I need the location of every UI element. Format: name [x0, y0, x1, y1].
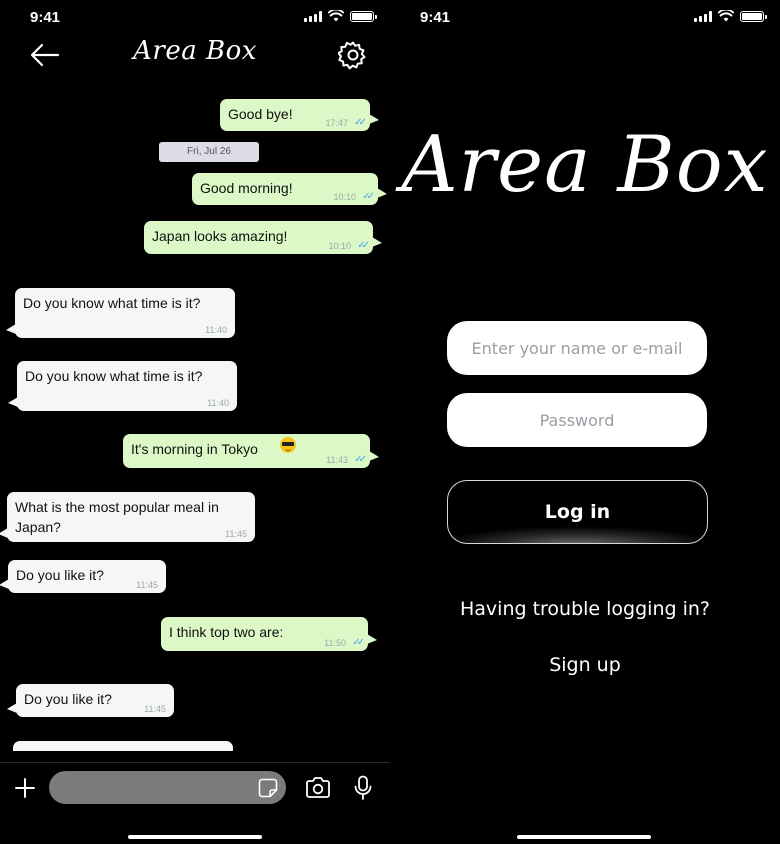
- signal-icon: [304, 10, 322, 22]
- status-icons: [304, 10, 377, 22]
- read-ticks-icon: ✓✓: [354, 117, 367, 128]
- home-indicator[interactable]: [517, 835, 651, 839]
- message-outgoing[interactable]: Japan looks amazing! 10:10 ✓✓: [144, 221, 382, 254]
- message-text: Japan looks amazing!: [152, 228, 288, 244]
- app-title: Area Box: [133, 36, 257, 66]
- message-incoming[interactable]: Do you like it? 11:45: [7, 684, 174, 717]
- message-time: 10:10: [333, 192, 356, 202]
- message-input[interactable]: [49, 771, 286, 804]
- message-composer: [0, 762, 390, 814]
- gear-icon[interactable]: [338, 40, 368, 70]
- sticker-icon[interactable]: [258, 778, 278, 798]
- sign-up-link[interactable]: Sign up: [390, 654, 780, 676]
- app-logo: Area Box: [401, 120, 769, 210]
- message-time: 11:50: [324, 638, 346, 648]
- signal-icon: [694, 10, 712, 22]
- plus-icon[interactable]: [14, 777, 36, 799]
- message-text: I think top two are:: [169, 624, 284, 640]
- message-outgoing[interactable]: Good bye! 17:47 ✓✓: [220, 99, 379, 131]
- read-ticks-icon: ✓✓: [354, 454, 367, 465]
- wifi-icon: [328, 10, 344, 22]
- read-ticks-icon: ✓✓: [352, 637, 365, 648]
- wifi-icon: [718, 10, 734, 22]
- message-time: 11:43: [326, 455, 348, 465]
- password-field[interactable]: [447, 393, 707, 447]
- message-list[interactable]: Good bye! 17:47 ✓✓ Fri, Jul 26 Good morn…: [0, 95, 390, 751]
- message-time: 11:45: [144, 704, 166, 714]
- status-time: 9:41: [420, 9, 451, 26]
- login-button[interactable]: Log in: [447, 480, 708, 544]
- chat-screen: 9:41 Area Box Good bye! 17:47 ✓✓ Fri, Ju…: [0, 0, 390, 844]
- message-outgoing[interactable]: I think top two are: 11:50 ✓✓: [161, 617, 377, 651]
- message-text: Good morning!: [200, 180, 293, 196]
- message-text: Do you know what time is it?: [23, 295, 201, 311]
- message-incoming-partial[interactable]: [13, 741, 233, 751]
- message-time: 17:47: [325, 118, 348, 128]
- message-text: Do you like it?: [16, 567, 104, 583]
- read-ticks-icon: ✓✓: [357, 240, 370, 251]
- message-incoming[interactable]: Do you know what time is it? 11:40: [8, 361, 237, 411]
- date-separator: Fri, Jul 26: [159, 142, 259, 162]
- username-field[interactable]: [447, 321, 707, 375]
- login-screen: 9:41 Area Box Log in Having trouble logg…: [390, 0, 780, 844]
- message-text: Do you like it?: [24, 691, 112, 707]
- message-outgoing[interactable]: Good morning! 10:10 ✓✓: [192, 173, 387, 205]
- message-incoming[interactable]: Do you like it? 11:45: [0, 560, 166, 593]
- home-indicator[interactable]: [128, 835, 262, 839]
- message-text: What is the most popular meal in Japan?: [15, 499, 219, 535]
- read-ticks-icon: ✓✓: [362, 191, 375, 202]
- message-text: Good bye!: [228, 106, 293, 122]
- message-text: It's morning in Tokyo: [131, 441, 258, 457]
- camera-icon[interactable]: [305, 776, 331, 800]
- sunglasses-emoji-icon: [280, 437, 296, 453]
- status-time: 9:41: [30, 9, 61, 26]
- microphone-icon[interactable]: [353, 775, 373, 801]
- status-icons: [694, 10, 767, 22]
- message-time: 10:10: [328, 241, 351, 251]
- message-time: 11:45: [225, 529, 247, 539]
- trouble-logging-in-link[interactable]: Having trouble logging in?: [390, 598, 780, 620]
- message-incoming[interactable]: What is the most popular meal in Japan? …: [0, 492, 255, 542]
- battery-icon: [350, 10, 377, 22]
- message-outgoing[interactable]: It's morning in Tokyo 11:43 ✓✓: [123, 434, 379, 468]
- message-time: 11:40: [207, 398, 229, 408]
- message-time: 11:45: [136, 580, 158, 590]
- message-incoming[interactable]: Do you know what time is it? 11:40: [6, 288, 235, 338]
- message-text: Do you know what time is it?: [25, 368, 203, 384]
- battery-icon: [740, 10, 767, 22]
- message-time: 11:40: [205, 325, 227, 335]
